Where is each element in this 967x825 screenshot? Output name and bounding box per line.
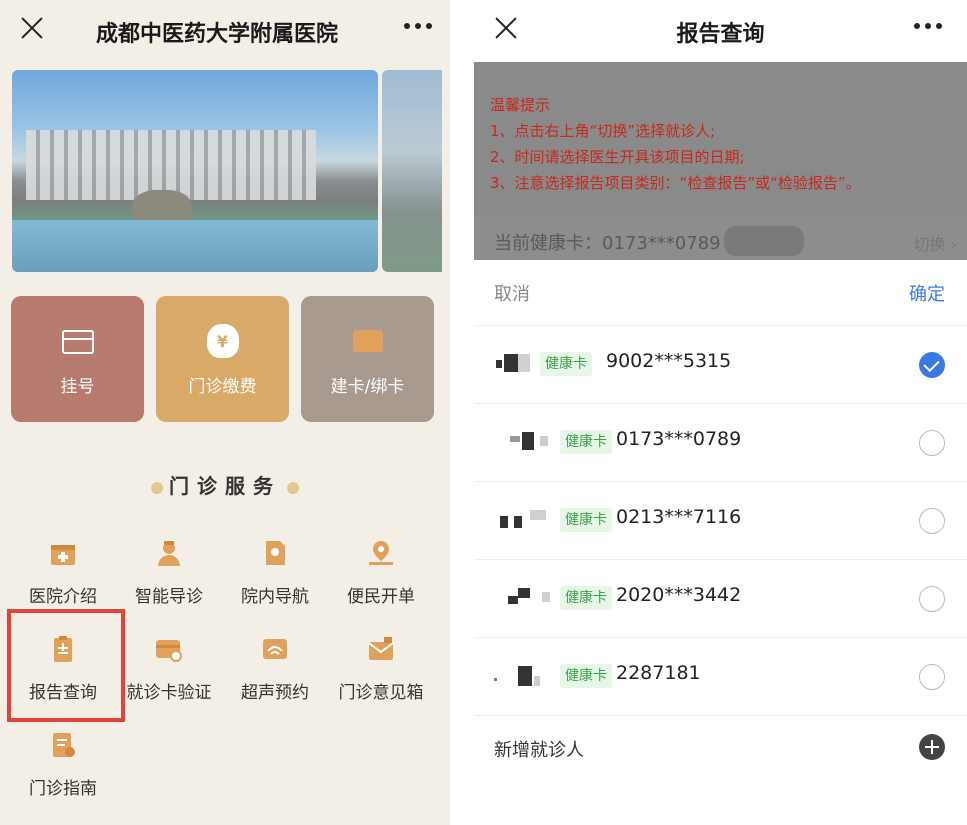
highlight-box bbox=[7, 609, 125, 722]
patient-row[interactable]: 健康卡 9002***5315 bbox=[474, 326, 967, 404]
health-card-badge: 健康卡 bbox=[560, 586, 612, 610]
more-options-icon[interactable] bbox=[404, 22, 434, 30]
card-number: 9002***5315 bbox=[606, 350, 732, 372]
service-label: 门诊指南 bbox=[29, 779, 97, 799]
service-ultrasound[interactable]: 超声预约 bbox=[222, 634, 328, 716]
service-feedback-box[interactable]: 门诊意见箱 bbox=[328, 634, 434, 716]
radio-unchecked-icon[interactable] bbox=[919, 664, 945, 690]
service-label: 院内导航 bbox=[241, 587, 309, 607]
service-navigation[interactable]: 院内导航 bbox=[222, 538, 328, 620]
radio-unchecked-icon[interactable] bbox=[919, 508, 945, 534]
report-query-screen: 报告查询 温馨提示 1、点击右上角“切换”选择就诊人; 2、时间请选择医生开具该… bbox=[474, 0, 967, 825]
navbar: 成都中医药大学附属医院 bbox=[0, 0, 450, 62]
service-convenient-order[interactable]: 便民开单 bbox=[328, 538, 434, 620]
service-hospital-intro[interactable]: 医院介绍 bbox=[10, 538, 116, 620]
health-card-badge: 健康卡 bbox=[560, 508, 612, 532]
card-number: 2020***3442 bbox=[616, 584, 742, 606]
doctor-icon bbox=[154, 538, 184, 568]
service-label: 智能导诊 bbox=[135, 587, 203, 607]
health-card-badge: 健康卡 bbox=[540, 352, 592, 376]
redaction-mark bbox=[724, 226, 804, 256]
tile-label: 挂号 bbox=[60, 377, 95, 397]
notice-panel: 温馨提示 1、点击右上角“切换”选择就诊人; 2、时间请选择医生开具该项目的日期… bbox=[490, 92, 861, 196]
patient-row[interactable]: 健康卡 0213***7116 bbox=[474, 482, 967, 560]
next-banner-image[interactable] bbox=[382, 70, 442, 272]
notice-line: 3、注意选择报告项目类别：“检查报告”或“检验报告”。 bbox=[490, 174, 861, 192]
decoration-icon bbox=[151, 481, 163, 494]
money-bag-icon: ¥ bbox=[206, 324, 239, 358]
radio-unchecked-icon[interactable] bbox=[919, 430, 945, 456]
confirm-button[interactable]: 确定 bbox=[909, 280, 945, 306]
hospital-home-screen: 成都中医药大学附属医院 挂号 ¥ 门诊缴费 建卡/绑卡 门诊服务 医院介绍 智能… bbox=[0, 0, 450, 825]
service-guide[interactable]: 门诊指南 bbox=[10, 730, 116, 812]
hospital-icon bbox=[48, 538, 78, 568]
patient-row[interactable]: 健康卡 0173***0789 bbox=[474, 404, 967, 482]
page-title: 报告查询 bbox=[676, 22, 765, 47]
patient-row[interactable]: 健康卡 2287181 bbox=[474, 638, 967, 716]
current-card-label: 当前健康卡：0173***0789 bbox=[494, 233, 721, 254]
payment-tile[interactable]: ¥ 门诊缴费 bbox=[156, 296, 289, 422]
ultrasound-icon bbox=[260, 634, 290, 664]
add-patient-label: 新增就诊人 bbox=[494, 740, 584, 761]
more-options-icon[interactable] bbox=[914, 22, 944, 30]
patient-row[interactable]: 健康卡 2020***3442 bbox=[474, 560, 967, 638]
service-label: 门诊意见箱 bbox=[338, 683, 424, 703]
card-number: 0173***0789 bbox=[616, 428, 742, 450]
notice-line: 2、时间请选择医生开具该项目的日期; bbox=[490, 148, 745, 166]
bind-card-tile[interactable]: 建卡/绑卡 bbox=[301, 296, 434, 422]
service-label: 便民开单 bbox=[347, 587, 415, 607]
sheet-header: 取消 确定 bbox=[474, 260, 967, 326]
location-icon bbox=[260, 538, 290, 568]
page-title: 成都中医药大学附属医院 bbox=[96, 22, 339, 47]
card-icon bbox=[61, 330, 94, 354]
chevron-right-icon: › bbox=[950, 235, 957, 254]
switch-button[interactable]: 切换 › bbox=[913, 231, 957, 255]
card-number: 0213***7116 bbox=[616, 506, 742, 528]
service-card-verify[interactable]: 就诊卡验证 bbox=[116, 634, 222, 716]
cancel-button[interactable]: 取消 bbox=[494, 280, 530, 306]
notice-line: 1、点击右上角“切换”选择就诊人; bbox=[490, 122, 716, 140]
radio-unchecked-icon[interactable] bbox=[919, 586, 945, 612]
radio-checked-icon[interactable] bbox=[919, 352, 945, 378]
tile-label: 门诊缴费 bbox=[188, 377, 257, 397]
wallet-icon bbox=[352, 330, 383, 352]
tile-label: 建卡/绑卡 bbox=[330, 377, 405, 397]
section-title: 门诊服务 bbox=[0, 470, 450, 499]
add-patient-row[interactable]: 新增就诊人 bbox=[474, 718, 967, 778]
service-label: 超声预约 bbox=[241, 683, 309, 703]
guide-icon bbox=[48, 730, 78, 760]
current-card-bar: 当前健康卡：0173***0789 切换 › bbox=[474, 216, 967, 260]
card-number: 2287181 bbox=[616, 662, 701, 684]
service-label: 医院介绍 bbox=[29, 587, 97, 607]
health-card-badge: 健康卡 bbox=[560, 430, 612, 454]
service-label: 就诊卡验证 bbox=[126, 683, 212, 703]
notice-heading: 温馨提示 bbox=[490, 96, 551, 114]
mailbox-icon bbox=[366, 634, 396, 664]
plus-circle-icon[interactable] bbox=[919, 734, 945, 760]
health-card-badge: 健康卡 bbox=[560, 664, 612, 688]
service-smart-guide[interactable]: 智能导诊 bbox=[116, 538, 222, 620]
decoration-icon bbox=[287, 481, 299, 494]
card-verify-icon bbox=[154, 634, 184, 664]
order-icon bbox=[366, 538, 396, 568]
hospital-banner-image[interactable] bbox=[12, 70, 378, 272]
register-tile[interactable]: 挂号 bbox=[11, 296, 144, 422]
navbar: 报告查询 bbox=[474, 0, 967, 62]
close-icon[interactable] bbox=[18, 14, 46, 42]
